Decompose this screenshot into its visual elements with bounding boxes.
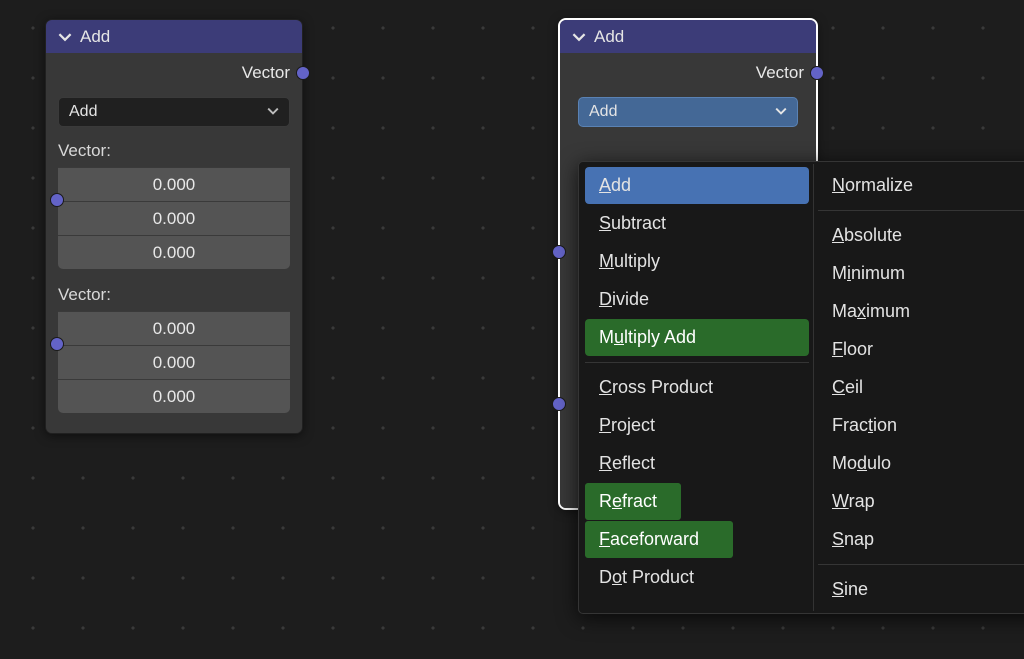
node-title: Add	[80, 27, 110, 47]
vector2-z[interactable]: 0.000	[58, 379, 290, 413]
input-socket-vector1[interactable]	[50, 193, 64, 207]
operation-value: Add	[69, 103, 97, 121]
menu-separator	[818, 564, 1024, 565]
menu-item-divide[interactable]: Divide	[585, 281, 809, 318]
menu-item-dot-product[interactable]: Dot Product	[585, 559, 809, 596]
chevron-down-icon	[775, 105, 787, 120]
output-socket[interactable]	[810, 66, 824, 80]
operation-menu[interactable]: AddSubtractMultiplyDivideMultiply Add Cro…	[578, 161, 1024, 614]
menu-item-floor[interactable]: Floor	[818, 331, 1024, 368]
input-socket-vector1[interactable]	[552, 245, 566, 259]
vector1-input-group: 0.000 0.000 0.000	[58, 167, 290, 269]
vector2-x[interactable]: 0.000	[58, 311, 290, 345]
vector2-y[interactable]: 0.000	[58, 345, 290, 379]
vector1-z[interactable]: 0.000	[58, 235, 290, 269]
menu-item-subtract[interactable]: Subtract	[585, 205, 809, 242]
output-label: Vector	[756, 63, 804, 83]
menu-item-add[interactable]: Add	[585, 167, 809, 204]
menu-item-multiply-add[interactable]: Multiply Add	[585, 319, 809, 356]
menu-item-multiply[interactable]: Multiply	[585, 243, 809, 280]
vector2-input-group: 0.000 0.000 0.000	[58, 311, 290, 413]
collapse-icon[interactable]	[56, 28, 74, 46]
menu-item-faceforward[interactable]: Faceforward	[585, 521, 809, 558]
menu-item-absolute[interactable]: Absolute	[818, 217, 1024, 254]
input-label-vector2: Vector:	[46, 279, 302, 309]
menu-column-1: AddSubtractMultiplyDivideMultiply Add Cro…	[581, 164, 813, 611]
operation-dropdown-open[interactable]: Add	[578, 97, 798, 127]
menu-item-sine[interactable]: Sine	[818, 571, 1024, 608]
menu-item-wrap[interactable]: Wrap	[818, 483, 1024, 520]
output-label: Vector	[242, 63, 290, 83]
chevron-down-icon	[267, 105, 279, 120]
vector1-x[interactable]: 0.000	[58, 167, 290, 201]
menu-separator	[818, 210, 1024, 211]
menu-item-project[interactable]: Project	[585, 407, 809, 444]
menu-item-fraction[interactable]: Fraction	[818, 407, 1024, 444]
menu-separator	[585, 362, 809, 363]
menu-item-refract[interactable]: Refract	[585, 483, 809, 520]
menu-item-ceil[interactable]: Ceil	[818, 369, 1024, 406]
menu-column-2: Normalize AbsoluteMinimumMaximumFloorCeil…	[813, 164, 1024, 611]
vector1-y[interactable]: 0.000	[58, 201, 290, 235]
menu-item-normalize[interactable]: Normalize	[818, 167, 1024, 204]
menu-item-cross-product[interactable]: Cross Product	[585, 369, 809, 406]
operation-dropdown[interactable]: Add	[58, 97, 290, 127]
output-row-vector: Vector	[46, 53, 302, 91]
node-header[interactable]: Add	[46, 20, 302, 53]
menu-item-reflect[interactable]: Reflect	[585, 445, 809, 482]
node-body: Vector Add Vector: 0.000 0.000 0.000 Vec…	[46, 53, 302, 433]
input-label-vector1: Vector:	[46, 135, 302, 165]
vector-math-node-left[interactable]: Add Vector Add Vector: 0.000 0.000 0.000…	[45, 19, 303, 434]
node-header[interactable]: Add	[560, 20, 816, 53]
menu-item-minimum[interactable]: Minimum	[818, 255, 1024, 292]
collapse-icon[interactable]	[570, 28, 588, 46]
menu-item-snap[interactable]: Snap	[818, 521, 1024, 558]
output-row-vector: Vector	[560, 53, 816, 91]
input-socket-vector2[interactable]	[50, 337, 64, 351]
operation-value: Add	[589, 103, 617, 121]
menu-item-modulo[interactable]: Modulo	[818, 445, 1024, 482]
node-title: Add	[594, 27, 624, 47]
input-socket-vector2[interactable]	[552, 397, 566, 411]
menu-item-maximum[interactable]: Maximum	[818, 293, 1024, 330]
output-socket[interactable]	[296, 66, 310, 80]
